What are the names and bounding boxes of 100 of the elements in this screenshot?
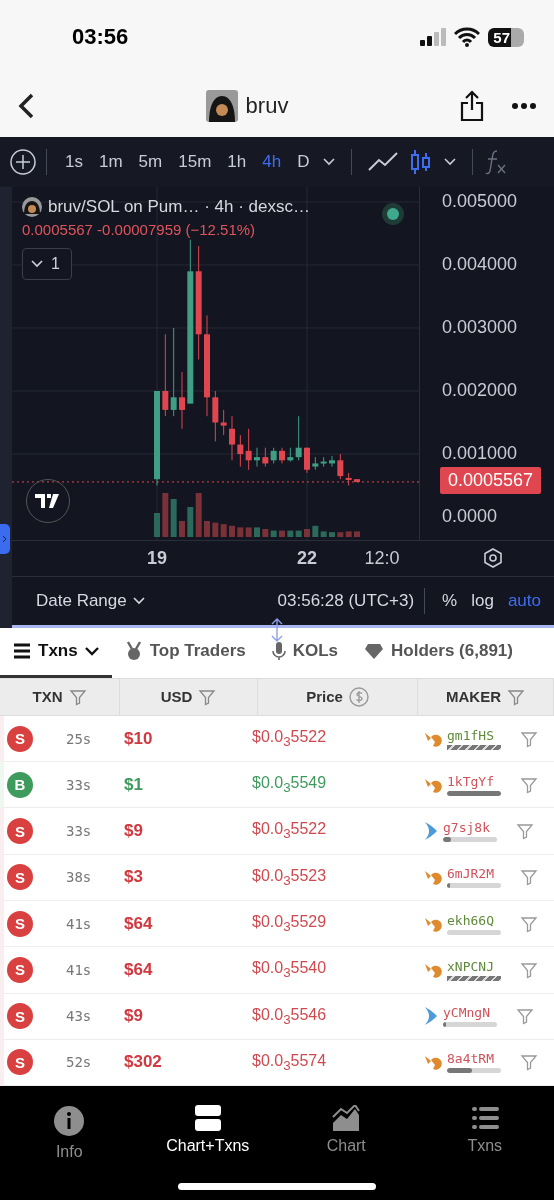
price-cell-text: $0.0$_{3}$5523 — [252, 866, 328, 888]
add-icon[interactable] — [10, 148, 36, 175]
share-icon[interactable] — [460, 89, 484, 122]
interval-tab[interactable]: 1h — [219, 151, 255, 172]
usd-cell-text: $10 — [124, 728, 154, 749]
maker-link[interactable]: 6mJR2M — [447, 866, 501, 882]
candle — [329, 455, 335, 467]
section-tab[interactable]: Top Traders — [111, 627, 259, 678]
holding-bar — [447, 1068, 501, 1074]
column-header: MAKER — [446, 688, 501, 706]
filter-icon[interactable] — [520, 729, 538, 748]
filter-icon[interactable] — [516, 1007, 534, 1026]
bottom-tab[interactable]: Chart — [277, 1104, 416, 1169]
caret-icon — [132, 596, 145, 605]
bottom-tab[interactable]: Chart+Txns — [138, 1104, 277, 1169]
filter-icon[interactable] — [507, 687, 525, 706]
filter-icon[interactable] — [520, 775, 538, 794]
scale-toggle[interactable]: % — [435, 590, 465, 611]
battery-level: 57 — [488, 28, 524, 47]
candle — [179, 371, 185, 430]
wave-icon — [424, 1006, 438, 1027]
filter-icon[interactable] — [520, 1053, 538, 1072]
age-cell-text: 52s — [66, 1054, 93, 1071]
usd-cell-text: $64 — [124, 913, 154, 934]
live-indicator — [382, 202, 404, 225]
age-cell-text: 33s — [66, 776, 93, 793]
filter-icon[interactable] — [520, 960, 538, 979]
interval-tab[interactable]: 4h — [254, 151, 290, 172]
maker-link[interactable]: g7sj8k — [443, 820, 497, 836]
interval-tab[interactable]: 15m — [170, 151, 220, 172]
settings-icon[interactable] — [483, 548, 503, 569]
token-title: bruv — [245, 92, 289, 119]
interval-tab[interactable]: D — [289, 151, 318, 172]
filter-icon[interactable] — [520, 914, 538, 933]
interval-tab[interactable]: 1s — [57, 151, 91, 172]
holding-bar — [447, 790, 501, 796]
price-cell-text: $0.0$_{3}$5522 — [252, 727, 328, 750]
side-badge: S — [7, 910, 33, 937]
back-icon[interactable] — [18, 92, 34, 119]
holding-bar — [443, 1022, 497, 1028]
scale-toggle[interactable]: auto — [500, 590, 548, 611]
time-tick: 12:0 — [364, 547, 400, 569]
scale-toggle[interactable]: log — [464, 590, 501, 611]
section-tab[interactable]: KOLs — [258, 627, 352, 678]
usd-cell-text: $1 — [124, 774, 144, 795]
wifi-icon — [454, 27, 481, 48]
price-cell-text: $0.0$_{3}$5529 — [252, 913, 328, 935]
holding-bar — [447, 883, 501, 889]
filter-icon[interactable] — [520, 868, 538, 887]
interval-tab[interactable]: 5m — [130, 151, 171, 172]
dollar-icon[interactable] — [348, 686, 369, 707]
collapse-button[interactable]: 1 — [22, 247, 72, 280]
candle — [254, 447, 260, 467]
time-tick: 19 — [147, 547, 167, 569]
caret-icon — [31, 259, 43, 268]
usd-cell-text: $64 — [124, 959, 154, 980]
side-badge: S — [7, 818, 33, 845]
bottom-tab[interactable]: Txns — [415, 1104, 554, 1169]
holding-bar — [447, 975, 501, 981]
maker-link[interactable]: xNPCNJ — [447, 958, 501, 974]
price-tick: 0.001000 — [442, 442, 518, 466]
chevron-icon — [2, 534, 8, 543]
section-tab[interactable]: Holders (6,891) — [351, 627, 526, 678]
date-range-button[interactable]: Date Range — [30, 589, 151, 612]
resize-icon[interactable] — [270, 617, 284, 642]
bird-icon — [424, 869, 442, 886]
age-cell-text: 41s — [66, 961, 93, 978]
function-icon[interactable] — [483, 148, 508, 175]
filter-icon[interactable] — [516, 822, 534, 841]
price-tick: 0.004000 — [442, 253, 518, 277]
sidebar-toggle[interactable] — [0, 523, 10, 554]
side-badge: S — [7, 864, 33, 891]
usd-cell-text: $9 — [124, 821, 144, 842]
filter-icon[interactable] — [68, 687, 87, 706]
bird-icon — [424, 730, 442, 747]
bird-icon — [424, 776, 442, 793]
bird-icon — [424, 961, 442, 978]
more-icon[interactable] — [512, 102, 536, 109]
price-tick: 0.0000 — [442, 505, 498, 529]
age-cell-text: 43s — [66, 1008, 93, 1025]
holding-bar — [443, 837, 497, 843]
price-tick: 0.003000 — [442, 316, 518, 340]
avatar-icon — [205, 89, 238, 122]
time-tick: 22 — [297, 547, 317, 569]
info-icon — [53, 1105, 86, 1138]
bird-icon — [424, 915, 442, 932]
side-badge: S — [7, 1003, 33, 1030]
maker-link[interactable]: yCMngN — [443, 1005, 497, 1021]
column-header: TXN — [32, 688, 63, 706]
wave-icon — [424, 821, 438, 842]
maker-link[interactable]: 1kTgYf — [447, 773, 501, 789]
maker-link[interactable]: ekh66Q — [447, 912, 501, 928]
bird-icon — [424, 1054, 442, 1071]
filter-icon[interactable] — [198, 687, 217, 706]
interval-tab[interactable]: 1m — [90, 151, 131, 172]
maker-link[interactable]: 8a4tRM — [447, 1051, 501, 1067]
caret-icon — [84, 646, 99, 656]
age-cell-text: 41s — [66, 915, 93, 932]
bottom-tab[interactable]: Info — [0, 1104, 139, 1169]
maker-link[interactable]: gm1fHS — [447, 727, 501, 743]
